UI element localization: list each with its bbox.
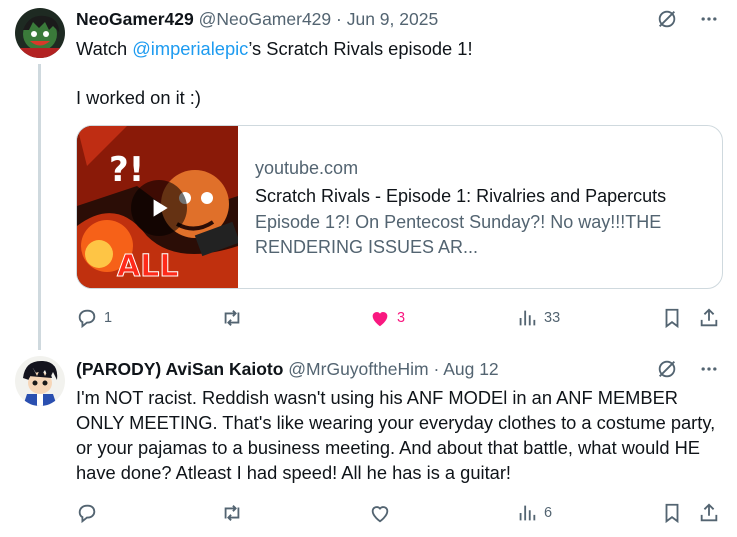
post-date[interactable]: Aug 12 — [443, 359, 498, 379]
reply-icon — [76, 307, 98, 329]
post-header: (PARODY) AviSan Kaioto @MrGuyoftheHim · … — [76, 359, 721, 383]
bookmark-button[interactable] — [661, 500, 683, 526]
bookmark-icon — [661, 502, 683, 524]
views-button[interactable]: 6 — [516, 500, 552, 526]
video-thumbnail[interactable]: ?! ALL — [77, 126, 238, 288]
card-title: Scratch Rivals - Episode 1: Rivalries an… — [255, 186, 667, 206]
separator: · — [433, 359, 440, 379]
post-text: Watch @imperialepic’s Scratch Rivals epi… — [76, 36, 721, 61]
reply-button[interactable]: 1 — [76, 305, 112, 331]
like-button[interactable]: 3 — [369, 305, 405, 331]
reply-count: 1 — [104, 310, 113, 326]
post-avisan[interactable]: (PARODY) AviSan Kaioto @MrGuyoftheHim · … — [0, 340, 737, 537]
display-name[interactable]: NeoGamer429 — [76, 9, 194, 29]
share-button[interactable] — [698, 500, 720, 526]
play-icon[interactable] — [131, 180, 187, 236]
thread-line — [38, 64, 41, 350]
user-handle[interactable]: @MrGuyoftheHim — [288, 359, 428, 379]
repost-button[interactable] — [220, 500, 250, 526]
share-icon — [698, 307, 720, 329]
thumb-text-bottom: ALL — [117, 249, 178, 284]
post-header: NeoGamer429 @NeoGamer429 · Jun 9, 2025 — [76, 9, 721, 33]
more-icon[interactable] — [697, 7, 721, 31]
bookmark-icon — [661, 307, 683, 329]
card-body: youtube.com Scratch Rivals - Episode 1: … — [255, 156, 702, 260]
repost-button[interactable] — [220, 305, 250, 331]
card-domain: youtube.com — [255, 158, 359, 178]
share-button[interactable] — [698, 305, 720, 331]
link-card[interactable]: ?! ALL youtube.com Scratch Rivals - Epis… — [76, 125, 723, 289]
repost-icon — [220, 502, 244, 524]
views-button[interactable]: 33 — [516, 305, 560, 331]
post-text-line2: I worked on it :) — [76, 87, 201, 108]
views-count: 33 — [544, 310, 561, 326]
views-icon — [516, 502, 538, 524]
repost-icon — [220, 307, 244, 329]
like-button[interactable] — [369, 500, 397, 526]
action-bar: 6 — [76, 500, 726, 526]
separator: · — [336, 9, 342, 29]
reply-button[interactable] — [76, 500, 104, 526]
grok-icon[interactable] — [655, 7, 679, 31]
like-icon — [369, 502, 391, 524]
post-neogamer[interactable]: NeoGamer429 @NeoGamer429 · Jun 9, 2025 W… — [0, 0, 737, 350]
grok-icon[interactable] — [655, 357, 679, 381]
user-handle[interactable]: @NeoGamer429 — [199, 9, 332, 29]
action-bar: 1 3 33 — [76, 305, 726, 331]
text-prefix: Watch — [76, 38, 133, 59]
text-suffix: ’s Scratch Rivals episode 1! — [248, 38, 473, 59]
thumb-text-top: ?! — [109, 150, 144, 190]
views-icon — [516, 307, 538, 329]
display-name[interactable]: (PARODY) AviSan Kaioto — [76, 359, 283, 379]
views-count: 6 — [544, 505, 553, 521]
avatar[interactable] — [15, 8, 65, 58]
more-icon[interactable] — [697, 357, 721, 381]
bookmark-button[interactable] — [661, 305, 683, 331]
share-icon — [698, 502, 720, 524]
mention-link[interactable]: @imperialepic — [132, 38, 248, 59]
post-date[interactable]: Jun 9, 2025 — [347, 9, 438, 29]
avatar[interactable] — [15, 356, 65, 406]
post-text: I'm NOT racist. Reddish wasn't using his… — [76, 387, 716, 483]
like-icon — [369, 307, 391, 329]
card-description: Episode 1?! On Pentecost Sunday?! No way… — [255, 212, 662, 257]
reply-icon — [76, 502, 98, 524]
like-count: 3 — [397, 310, 406, 326]
